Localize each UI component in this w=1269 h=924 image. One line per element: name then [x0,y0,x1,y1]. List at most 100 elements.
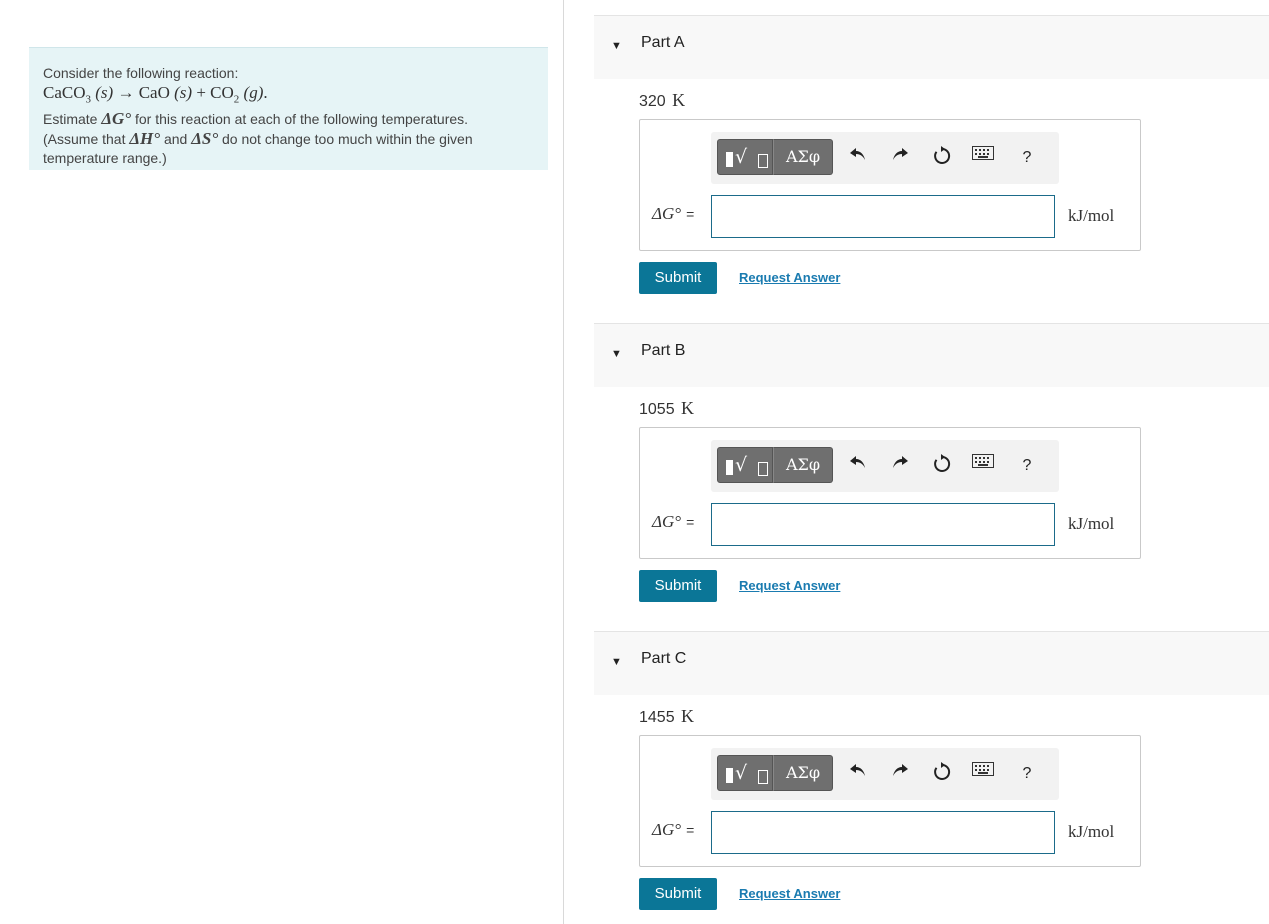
part-header[interactable]: ▼ Part C [594,631,1269,695]
product-2-subscript: 2 [233,93,240,106]
problem-statement: Consider the following reaction: CaCO3 (… [29,47,548,170]
problem-pane: Consider the following reaction: CaCO3 (… [0,0,564,924]
part-title: Part A [641,34,685,51]
equals-sign: = [686,514,695,530]
temperature-label: 320 K [639,90,685,111]
math-toolbar: √ ΑΣφ ? [711,748,1059,800]
template-block-icon [726,152,733,167]
temperature-value: 1055 [639,401,675,418]
equals-sign: = [686,822,695,838]
request-answer-link[interactable]: Request Answer [739,578,840,593]
temperature-label: 1455 K [639,706,694,727]
product-1-state: (s) [174,83,193,102]
undo-icon[interactable] [846,762,870,786]
greek-symbols-button[interactable]: ΑΣφ [773,139,833,175]
temperature-unit: K [672,90,686,110]
redo-icon[interactable] [888,762,912,786]
product-2-state: (g) [243,83,264,102]
temperature-value: 320 [639,93,666,110]
undo-icon[interactable] [846,146,870,170]
keyboard-icon[interactable] [971,454,995,478]
answer-box: √ ΑΣφ ? ΔG° = kJ/mol [639,427,1141,559]
delta-g-symbol: ΔG° [101,109,132,129]
delta-g-label: ΔG° = [652,820,694,840]
collapse-triangle-icon[interactable]: ▼ [611,348,622,360]
assumption-line: (Assume that ΔH° and ΔS° do not change t… [43,129,534,168]
answer-box: √ ΑΣφ ? ΔG° = kJ/mol [639,735,1141,867]
part-title: Part C [641,650,687,667]
placeholder-box-icon [758,462,768,476]
part-a: ▼ Part A 320 K √ ΑΣφ ? ΔG° = kJ/mol Subm… [594,15,1269,294]
template-block-icon [726,460,733,475]
submit-button[interactable]: Submit [639,878,717,910]
answer-input[interactable] [711,811,1055,854]
reset-icon[interactable] [930,146,954,170]
unit-label: kJ/mol [1068,514,1115,533]
reactant-subscript: 3 [85,93,92,106]
placeholder-box-icon [758,770,768,784]
reactant-state: (s) [95,83,114,102]
instruction-text-b: for this reaction at each of the followi… [131,111,469,128]
answer-box: √ ΑΣφ ? ΔG° = kJ/mol [639,119,1141,251]
keyboard-icon[interactable] [971,762,995,786]
reactant: CaCO [43,83,86,102]
reset-icon[interactable] [930,762,954,786]
submit-button[interactable]: Submit [639,262,717,294]
delta-g-label: ΔG° = [652,512,694,532]
product-1: CaO [138,83,170,102]
assumption-text-b: and [160,131,192,148]
temperature-value: 1455 [639,709,675,726]
part-title: Part B [641,342,686,359]
reaction-equation: CaCO3 (s) → CaO (s) + CO2 (g). [43,83,534,109]
redo-icon[interactable] [888,146,912,170]
templates-button[interactable]: √ [717,447,773,483]
answer-input[interactable] [711,195,1055,238]
greek-symbols-button[interactable]: ΑΣφ [773,755,833,791]
delta-g-text: ΔG° [652,204,682,223]
math-toolbar: √ ΑΣφ ? [711,132,1059,184]
delta-s-symbol: ΔS° [191,129,219,149]
request-answer-link[interactable]: Request Answer [739,886,840,901]
temperature-label: 1055 K [639,398,694,419]
delta-g-text: ΔG° [652,512,682,531]
part-header[interactable]: ▼ Part A [594,15,1269,79]
reset-icon[interactable] [930,454,954,478]
part-header[interactable]: ▼ Part B [594,323,1269,387]
delta-g-text: ΔG° [652,820,682,839]
unit-label: kJ/mol [1068,822,1115,841]
math-toolbar: √ ΑΣφ ? [711,440,1059,492]
delta-g-label: ΔG° = [652,204,694,224]
part-b: ▼ Part B 1055 K √ ΑΣφ ? ΔG° = kJ/mol Sub… [594,323,1269,602]
templates-button[interactable]: √ [717,139,773,175]
undo-icon[interactable] [846,454,870,478]
intro-text: Consider the following reaction: [43,65,239,81]
instruction-text-a: Estimate [43,111,102,128]
request-answer-link[interactable]: Request Answer [739,270,840,285]
unit-label: kJ/mol [1068,206,1115,225]
submit-button[interactable]: Submit [639,570,717,602]
help-icon[interactable]: ? [1015,146,1039,170]
radical-icon: √ [735,146,748,168]
radical-icon: √ [735,762,748,784]
collapse-triangle-icon[interactable]: ▼ [611,40,622,52]
plus-sign: + [196,83,206,102]
reaction-arrow: → [117,83,135,102]
keyboard-icon[interactable] [971,146,995,170]
temperature-unit: K [681,706,695,726]
templates-button[interactable]: √ [717,755,773,791]
placeholder-box-icon [758,154,768,168]
help-icon[interactable]: ? [1015,762,1039,786]
help-icon[interactable]: ? [1015,454,1039,478]
redo-icon[interactable] [888,454,912,478]
delta-h-symbol: ΔH° [129,129,161,149]
radical-icon: √ [735,454,748,476]
period: . [263,83,268,102]
temperature-unit: K [681,398,695,418]
instruction-line: Estimate ΔG° for this reaction at each o… [43,109,534,129]
assumption-text-a: (Assume that [43,131,130,148]
template-block-icon [726,768,733,783]
equals-sign: = [686,206,695,222]
greek-symbols-button[interactable]: ΑΣφ [773,447,833,483]
answer-input[interactable] [711,503,1055,546]
collapse-triangle-icon[interactable]: ▼ [611,656,622,668]
